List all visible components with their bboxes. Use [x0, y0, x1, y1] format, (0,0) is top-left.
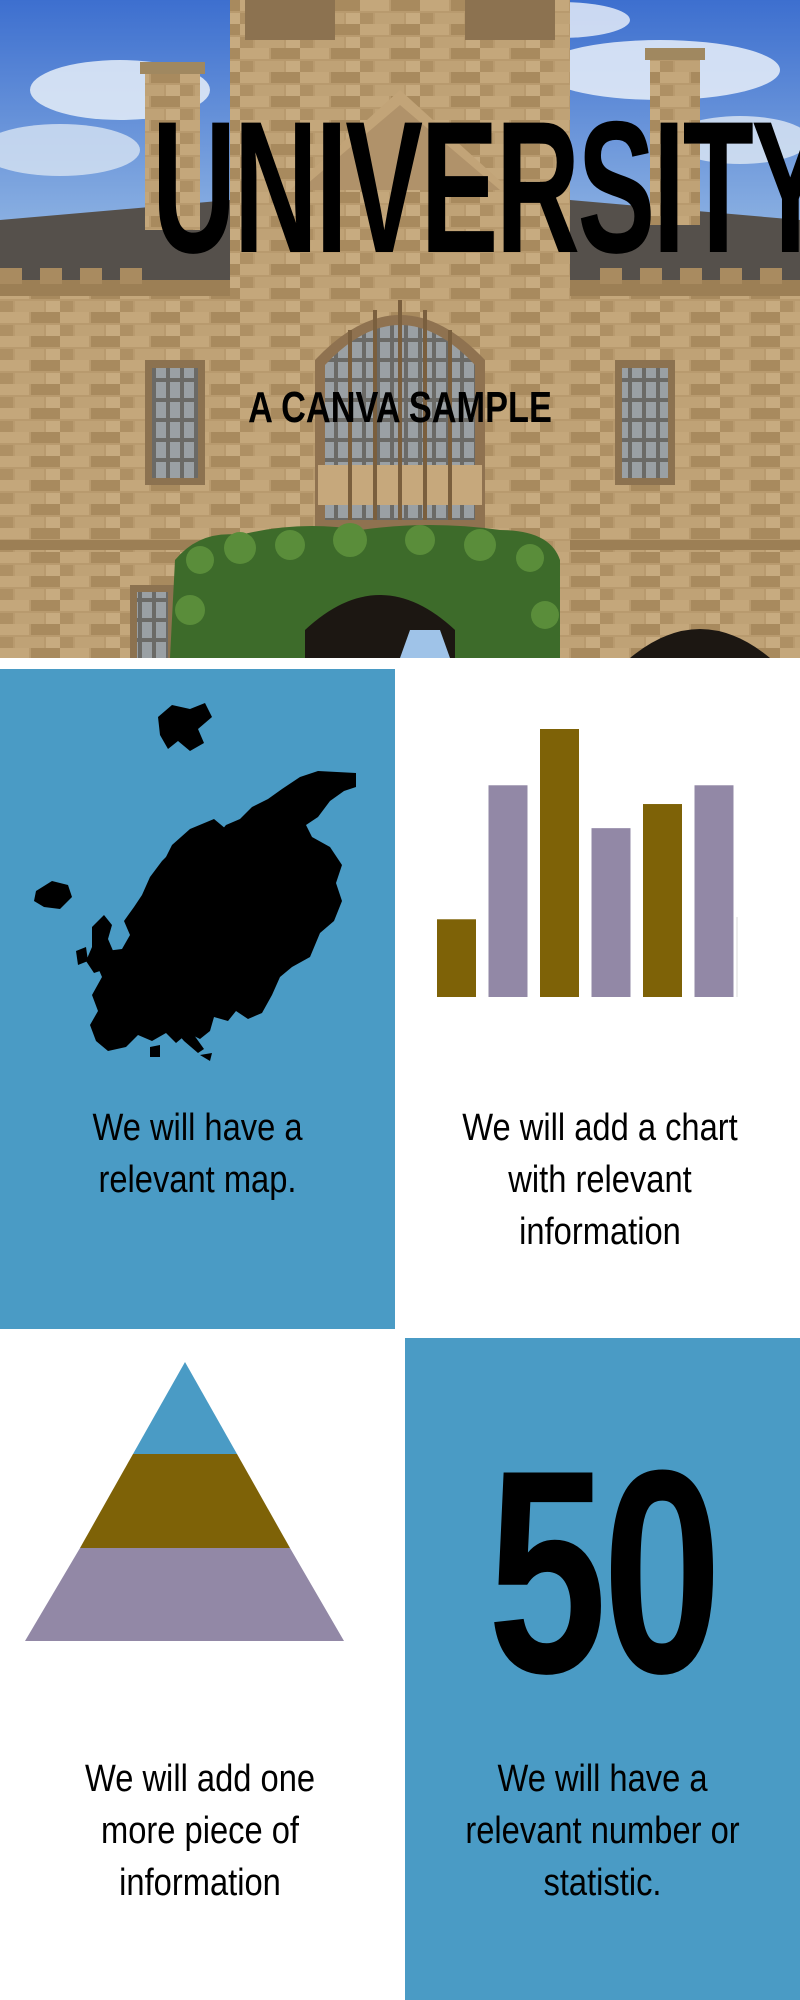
chart-caption-line: with relevant: [508, 1159, 692, 1201]
hero-subtitle: A CANVA SAMPLE: [248, 383, 552, 432]
statistic-caption-line: relevant number or: [465, 1810, 740, 1852]
statistic-number: 50: [487, 1410, 722, 1734]
bar-chart: [437, 729, 738, 997]
statistic-caption-line: We will have a: [497, 1758, 708, 1800]
bar-4: [591, 828, 631, 997]
hero-title: UNIVERSITY: [152, 82, 800, 292]
pyramid-caption-line: We will add one: [84, 1758, 316, 1800]
map-panel: We will have a relevant map.: [0, 669, 395, 1329]
chart-caption-line: information: [519, 1211, 681, 1253]
pyramid-caption-line: information: [119, 1862, 281, 1904]
pyramid-top-tier: [133, 1362, 237, 1454]
statistic-caption: We will have a relevant number or statis…: [433, 1753, 773, 1909]
pyramid-icon: [25, 1362, 344, 1641]
pyramid-caption: We will add one more piece of informatio…: [28, 1753, 372, 1909]
europe-map-icon: [34, 703, 356, 1061]
pyramid-middle-tier: [80, 1454, 290, 1548]
map-caption-line: relevant map.: [98, 1159, 297, 1201]
bar-6: [694, 785, 734, 997]
pyramid-bottom-tier: [25, 1548, 344, 1641]
bar-1: [437, 919, 476, 997]
statistic-caption-line: statistic.: [543, 1862, 662, 1904]
bar-2: [488, 785, 528, 997]
bar-3: [540, 729, 579, 997]
map-caption-line: We will have a: [92, 1107, 303, 1149]
chart-caption: We will add a chart with relevant inform…: [428, 1102, 772, 1258]
chart-caption-line: We will add a chart: [462, 1107, 738, 1149]
bar-5: [643, 804, 682, 997]
map-caption: We will have a relevant map.: [28, 1102, 368, 1206]
chart-panel: We will add a chart with relevant inform…: [400, 669, 800, 1329]
pyramid-panel: We will add one more piece of informatio…: [0, 1338, 400, 2000]
hero-banner: UNIVERSITY A CANVA SAMPLE: [0, 0, 800, 658]
pyramid-caption-line: more piece of: [100, 1810, 299, 1852]
statistic-panel: 50 We will have a relevant number or sta…: [405, 1338, 800, 2000]
